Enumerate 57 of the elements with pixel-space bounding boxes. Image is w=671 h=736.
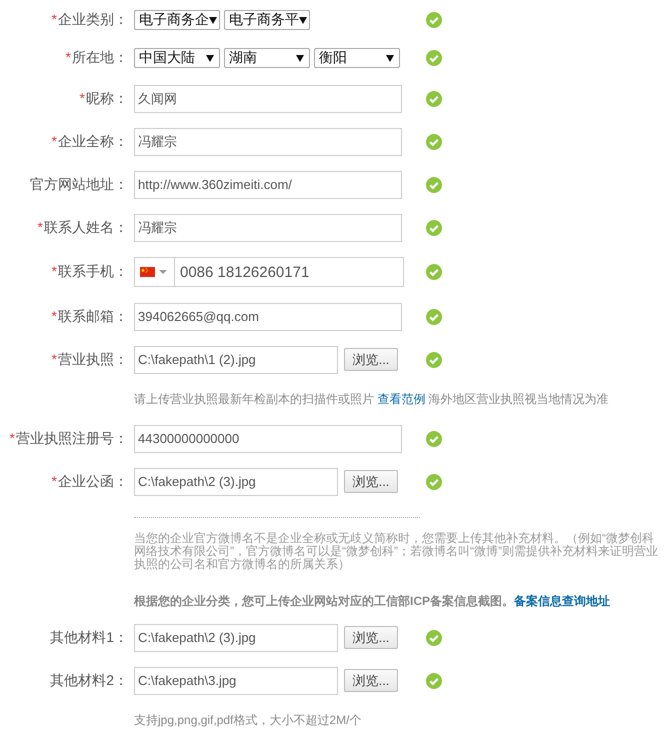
caret-icon bbox=[209, 16, 217, 24]
phone-field[interactable]: 0086 18126260171 bbox=[175, 257, 404, 287]
required-asterisk: * bbox=[52, 132, 57, 148]
field-label: 企业公函： bbox=[58, 472, 128, 488]
text-field[interactable]: 44300000000000 bbox=[134, 424, 402, 452]
field-label: 所在地： bbox=[72, 49, 128, 65]
caret-icon bbox=[386, 54, 394, 62]
text-field[interactable]: 久闻网 bbox=[134, 84, 402, 112]
field-label: 联系人姓名： bbox=[44, 218, 128, 234]
caret-icon bbox=[206, 54, 214, 62]
dropdown[interactable]: 湖南 bbox=[224, 48, 310, 68]
field-label: 营业执照注册号： bbox=[16, 430, 128, 446]
required-asterisk: * bbox=[52, 472, 57, 488]
hint-text: 请上传营业执照最新年检副本的扫描件或照片 查看范例 海外地区营业执照视当地情况为准 bbox=[134, 390, 609, 408]
flag-icon bbox=[140, 267, 155, 277]
browse-button[interactable]: 浏览... bbox=[344, 669, 398, 692]
dropdown[interactable]: 电子商务企 bbox=[134, 10, 220, 30]
field-label: 其他材料1： bbox=[50, 628, 128, 644]
query-link[interactable]: 备案信息查询地址 bbox=[514, 594, 610, 608]
field-label: 企业全称： bbox=[58, 132, 128, 148]
file-field[interactable]: C:\fakepath\3.jpg bbox=[134, 666, 338, 694]
file-field[interactable]: C:\fakepath\2 (3).jpg bbox=[134, 468, 338, 496]
field-label: 昵称： bbox=[86, 90, 128, 106]
field-label: 其他材料2： bbox=[50, 672, 128, 688]
example-link[interactable]: 查看范例 bbox=[377, 392, 426, 406]
required-asterisk: * bbox=[10, 430, 15, 446]
required-asterisk: * bbox=[80, 90, 85, 106]
required-asterisk: * bbox=[66, 49, 71, 65]
field-label: 联系邮箱： bbox=[58, 308, 128, 324]
text-field[interactable]: http://www.360zimeiti.com/ bbox=[134, 170, 402, 198]
notice-text: 根据您的企业分类，您可上传企业网站对应的工信部ICP备案信息截图。备案信息查询地址 bbox=[134, 593, 612, 610]
text-field[interactable]: 394062665@qq.com bbox=[134, 302, 402, 330]
dropdown[interactable]: 中国大陆 bbox=[134, 48, 220, 68]
text-field[interactable]: 冯耀宗 bbox=[134, 214, 402, 242]
dropdown[interactable]: 衡阳 bbox=[314, 48, 400, 68]
browse-button[interactable]: 浏览... bbox=[344, 348, 398, 371]
required-asterisk: * bbox=[52, 263, 57, 279]
text-field[interactable]: 冯耀宗 bbox=[134, 128, 402, 156]
file-field[interactable]: C:\fakepath\2 (3).jpg bbox=[134, 624, 338, 652]
browse-button[interactable]: 浏览... bbox=[344, 626, 398, 649]
browse-button[interactable]: 浏览... bbox=[344, 470, 398, 493]
info-paragraph: 当您的企业官方微博名不是企业全称或无歧义简称时，您需要上传其他补充材料。（例如“微梦创科网络技术有限公司”，官方微博名可以是“微梦创科”；若微博名叫“微博”则需提供补充材料来证明营业执照的公司名和官方微博名的所属关系） bbox=[134, 532, 659, 571]
hint-text: 支持jpg,png,gif,pdf格式，大小不超过2M/个 bbox=[134, 712, 362, 728]
required-asterisk: * bbox=[52, 11, 57, 27]
field-label: 企业类别： bbox=[58, 11, 128, 27]
file-field[interactable]: C:\fakepath\1 (2).jpg bbox=[134, 346, 338, 374]
required-asterisk: * bbox=[38, 218, 43, 234]
country-code-dropdown[interactable] bbox=[134, 257, 175, 287]
field-label: 联系手机： bbox=[58, 263, 128, 279]
caret-icon bbox=[299, 16, 307, 24]
caret-icon bbox=[296, 54, 304, 62]
required-asterisk: * bbox=[52, 308, 57, 324]
caret-icon bbox=[159, 270, 167, 274]
dropdown[interactable]: 电子商务平 bbox=[224, 10, 310, 30]
field-label: 营业执照： bbox=[58, 350, 128, 366]
required-asterisk: * bbox=[52, 350, 57, 366]
field-label: 官方网站地址： bbox=[30, 176, 128, 192]
